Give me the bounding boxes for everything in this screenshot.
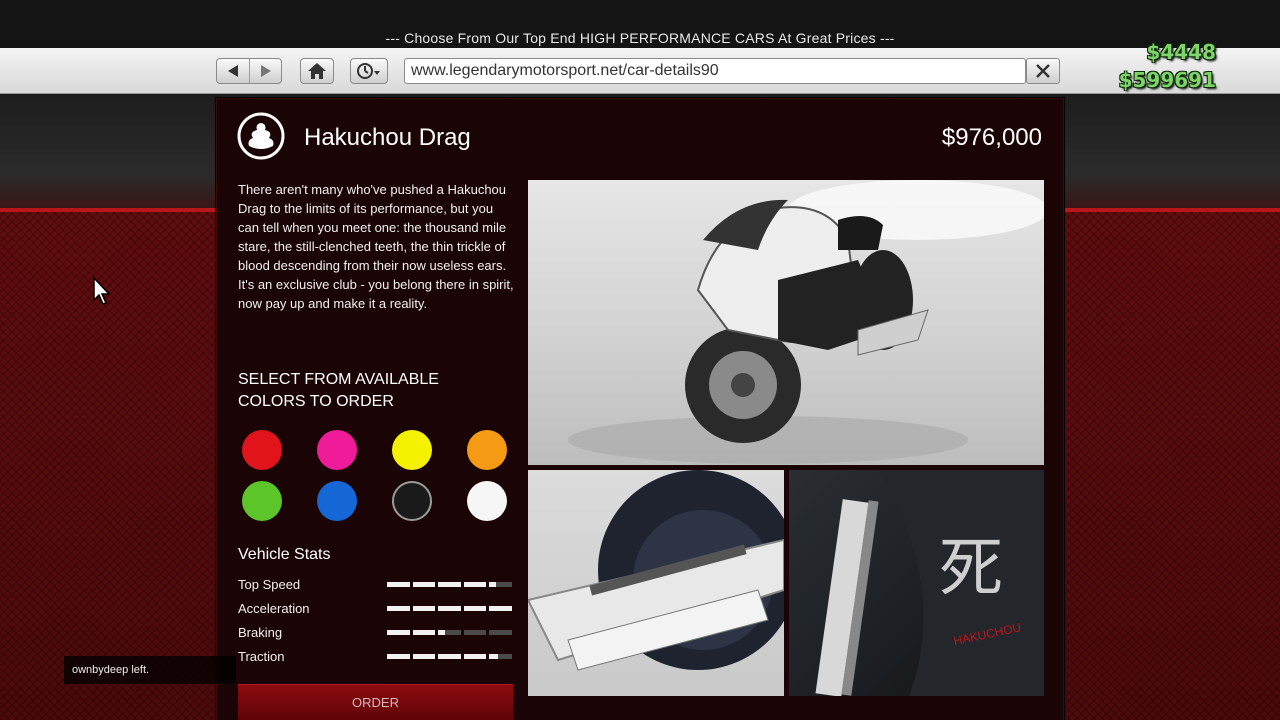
svg-text:死: 死 — [939, 532, 1003, 606]
vehicle-description: There aren't many who've pushed a Hakuch… — [238, 182, 514, 311]
stat-bar-fill — [438, 606, 461, 611]
stat-bar — [387, 654, 512, 659]
stat-bar-segment — [438, 654, 461, 659]
back-arrow-icon — [228, 65, 238, 77]
stat-bar-fill — [412, 606, 436, 611]
fairing-detail-image: 死 HAKUCHOU — [815, 470, 1044, 696]
order-button[interactable]: ORDER — [238, 684, 513, 720]
forward-arrow-icon — [260, 65, 271, 77]
color-swatch-2[interactable] — [317, 430, 357, 470]
stat-bar-segment — [438, 630, 461, 635]
stat-bar-segment — [387, 606, 410, 611]
stat-bar-fill — [438, 582, 461, 587]
stat-bar-segment — [438, 606, 461, 611]
stat-label: Top Speed — [238, 577, 301, 592]
stat-bar-fill — [387, 582, 410, 587]
rear-wheel-image — [528, 470, 784, 671]
vehicle-photo-main[interactable] — [528, 180, 1044, 465]
stat-bar — [387, 630, 512, 635]
stat-bar-fill — [412, 582, 436, 587]
history-button[interactable] — [351, 59, 387, 83]
hud-bank: $599691 — [1118, 68, 1216, 92]
stat-bar-fill — [412, 630, 436, 635]
stat-bar-segment — [387, 654, 410, 659]
stat-bar-segment — [489, 630, 512, 635]
stat-label: Acceleration — [238, 601, 310, 616]
stat-bar-fill — [412, 654, 436, 659]
home-group — [300, 58, 334, 84]
home-button[interactable] — [301, 59, 333, 83]
stat-bar-segment — [463, 606, 487, 611]
color-swatch-8[interactable] — [467, 481, 507, 521]
hud-cash: $4448 — [1146, 40, 1216, 64]
color-swatch-4[interactable] — [467, 430, 507, 470]
stat-bar-fill — [387, 606, 410, 611]
stat-bar-segment — [412, 630, 436, 635]
stat-bar-fill — [387, 630, 410, 635]
stat-bar-fill — [463, 582, 487, 587]
close-icon — [1036, 64, 1050, 78]
stat-label: Traction — [238, 649, 285, 664]
stat-bar-segment — [489, 606, 512, 611]
forward-button[interactable] — [249, 59, 281, 83]
stat-bar-segment — [463, 654, 487, 659]
vehicle-price: $976,000 — [941, 124, 1042, 151]
color-swatch-3[interactable] — [392, 430, 432, 470]
history-clock-icon — [357, 63, 380, 79]
address-bar[interactable]: www.legendarymotorsport.net/car-details9… — [404, 58, 1026, 84]
stats-heading: Vehicle Stats — [238, 546, 331, 563]
stat-bar-segment — [438, 582, 461, 587]
history-nav — [216, 58, 282, 84]
stat-bar-fill — [463, 606, 487, 611]
home-icon — [308, 63, 326, 79]
stat-label: Braking — [238, 625, 283, 640]
stat-bar-fill — [489, 654, 499, 659]
color-swatch-1[interactable] — [242, 430, 282, 470]
stat-bar-fill — [463, 654, 487, 659]
stat-bar-segment — [412, 582, 436, 587]
vehicle-name: Hakuchou Drag — [304, 124, 471, 151]
stat-bar-fill — [489, 582, 497, 587]
vehicle-photo-rear-wheel[interactable] — [528, 470, 784, 696]
close-button[interactable] — [1026, 58, 1060, 84]
mouse-cursor-icon — [93, 276, 111, 305]
color-swatch-6[interactable] — [317, 481, 357, 521]
stat-bar-fill — [489, 606, 512, 611]
stat-bar-segment — [489, 654, 512, 659]
color-swatch-5[interactable] — [242, 481, 282, 521]
back-button[interactable] — [217, 59, 249, 83]
vehicle-photo-detail[interactable]: 死 HAKUCHOU — [789, 470, 1044, 696]
stat-bar-fill — [387, 654, 410, 659]
stat-bar — [387, 582, 512, 587]
stat-bar-segment — [412, 606, 436, 611]
notification-toast: ownbydeep left. — [64, 656, 236, 684]
history-group — [350, 58, 388, 84]
stat-bar-fill — [438, 630, 445, 635]
stat-bar-fill — [438, 654, 461, 659]
motorcycle-front-image — [568, 180, 1044, 464]
stat-bar-segment — [387, 630, 410, 635]
color-swatch-7[interactable] — [392, 481, 432, 521]
stat-bar — [387, 606, 512, 611]
site-banner: --- Choose From Our Top End HIGH PERFORM… — [385, 30, 895, 46]
stat-bar-segment — [387, 582, 410, 587]
manufacturer-logo-icon — [237, 112, 285, 160]
colors-heading: SELECT FROM AVAILABLE COLORS TO ORDER — [238, 371, 439, 410]
stat-bar-segment — [463, 630, 487, 635]
stat-bar-segment — [463, 582, 487, 587]
stat-bar-segment — [412, 654, 436, 659]
stat-bar-segment — [489, 582, 512, 587]
